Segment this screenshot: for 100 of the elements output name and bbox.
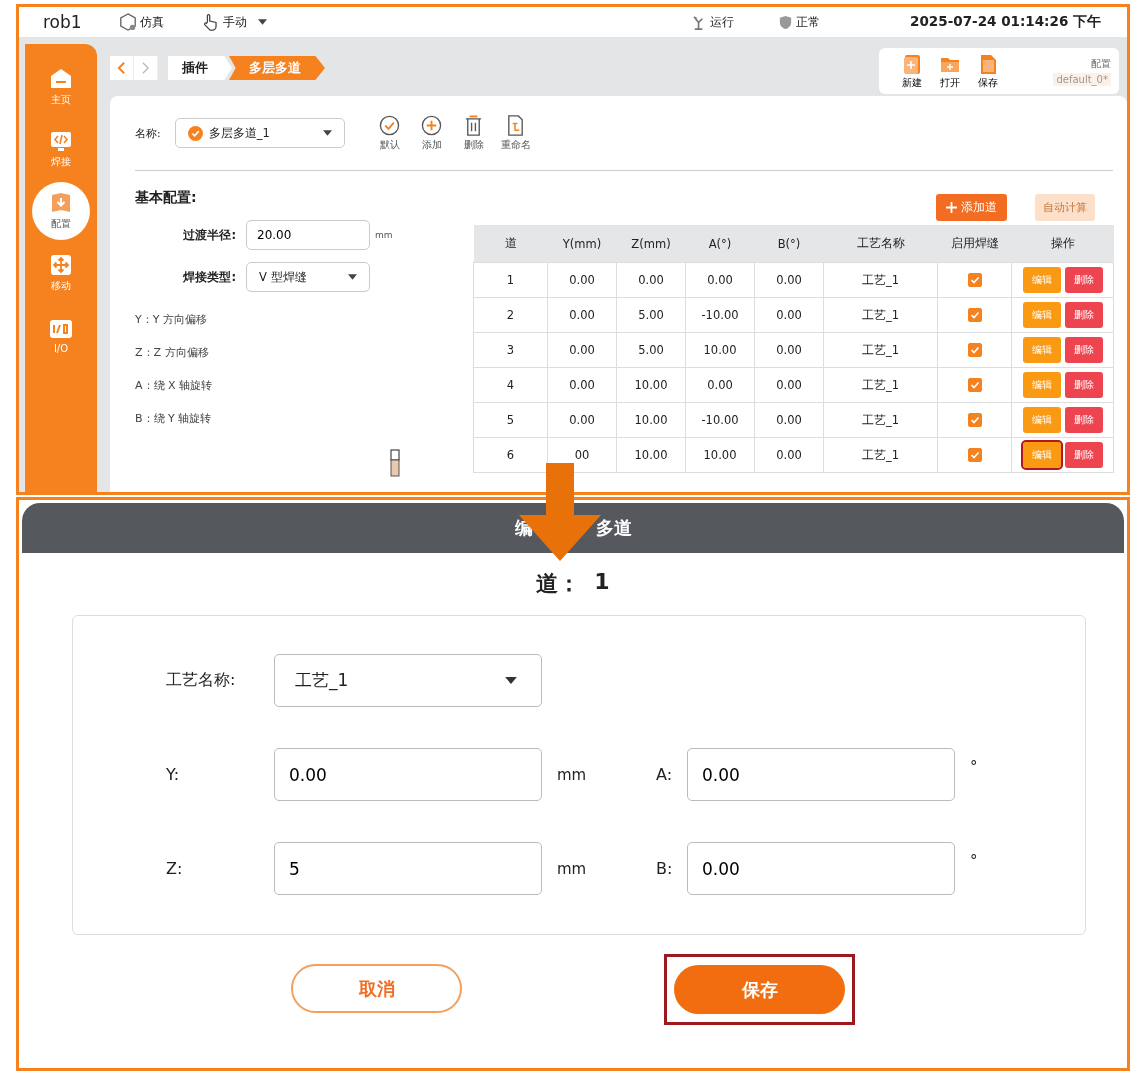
edit-button[interactable]: 编辑 [1022,337,1061,363]
action-button[interactable]: 默认 [370,114,409,152]
back-button[interactable] [110,56,134,80]
value-field[interactable]: 0.00 [687,842,955,895]
weld-type-dropdown[interactable]: V 型焊缝 [246,262,370,292]
delete-button[interactable]: 删除 [1064,337,1103,363]
legend-text: Z：Z 方向偏移 [135,345,210,360]
field-label: Z: [166,859,184,878]
hand-icon [202,13,220,31]
table-cell: 1 [473,262,548,298]
breadcrumb-item[interactable]: 插件 [168,56,232,80]
sidebar-item[interactable]: 配置 [32,182,90,240]
chevron-right-icon [141,61,150,75]
value-field[interactable]: 0.00 [274,748,542,801]
table-cell: 0.00 [754,367,824,403]
delete-button[interactable]: 删除 [1064,442,1103,468]
checkbox[interactable] [967,343,982,358]
edit-button[interactable]: 编辑 [1022,267,1061,293]
date-time: 2025-07-24 01:14:26 下午 [910,13,1101,31]
table-cell: 工艺_1 [823,402,938,438]
checkbox[interactable] [967,413,982,428]
add-pass-button[interactable]: 添加道 [936,194,1007,221]
table-cell: -10.00 [685,297,755,333]
run-status: 运行 [710,13,735,31]
home-icon [49,67,73,91]
safety-status: 正常 [796,13,821,31]
cancel-button[interactable]: 取消 [291,964,462,1013]
field-label: 工艺名称: [166,670,237,691]
unit-label: mm [556,765,588,784]
table-cell: 10.00 [616,367,686,403]
unit-label: ° [969,852,979,870]
column-header: 道 [473,225,548,263]
unit-label: ° [969,758,979,776]
caret-icon [505,677,517,684]
table-cell: 0.00 [547,262,617,298]
caret-icon [348,274,357,280]
value-field[interactable]: 5 [274,842,542,895]
table-cell: 0.00 [547,332,617,368]
name-label: 名称: [135,125,161,141]
action-button[interactable]: 添加 [412,114,451,152]
column-header: A(°) [685,225,755,263]
control-mode-dropdown[interactable]: 手动 [223,13,247,31]
mode-label[interactable]: 仿真 [140,13,164,31]
table-cell: 5.00 [616,332,686,368]
table-cell: 5 [473,402,548,438]
toolbar-button[interactable]: 保存 [969,52,1008,90]
sidebar-item[interactable]: 焊接 [32,120,90,178]
table-cell: 0.00 [547,367,617,403]
table-cell: 0.00 [616,262,686,298]
pass-number: 1 [594,569,610,596]
table-cell: 10.00 [616,402,686,438]
column-header: 启用焊缝 [937,225,1012,263]
value-field[interactable]: 0.00 [687,748,955,801]
delete-button[interactable]: 删除 [1064,267,1103,293]
legend-text: B：绕 Y 轴旋转 [135,411,213,426]
sidebar-item[interactable]: I/O [32,306,90,364]
caret-icon [322,130,332,136]
toolbar-button[interactable]: 新建 [893,52,932,90]
name-dropdown[interactable]: 多层多道_1 [174,118,345,148]
move-icon [49,253,73,277]
table-cell: 0.00 [685,367,755,403]
shield-icon [778,14,794,30]
field-label: A: [656,765,674,784]
table-cell: 0.00 [754,437,824,473]
delete-button[interactable]: 删除 [1064,302,1103,328]
unit-label: mm [375,230,393,240]
field-label: Y: [166,765,181,784]
delete-button[interactable]: 删除 [1064,372,1103,398]
table-cell: 10.00 [616,437,686,473]
action-button[interactable]: 删除 [454,114,493,152]
column-header: 操作 [1011,225,1114,263]
transition-radius-field[interactable]: 20.00 [246,220,370,250]
sidebar-item[interactable]: 主页 [32,58,90,116]
edit-button[interactable]: 编辑 [1022,442,1061,468]
edit-button[interactable]: 编辑 [1022,407,1061,433]
checkbox[interactable] [967,273,982,288]
section-title: 基本配置: [135,189,198,207]
table-cell: 工艺_1 [823,262,938,298]
checkbox[interactable] [967,308,982,323]
action-button[interactable]: 重命名 [496,114,535,152]
table-cell: 工艺_1 [823,332,938,368]
checkbox[interactable] [967,448,982,463]
breadcrumb-item[interactable]: 多层多道 [229,56,325,80]
edit-button[interactable]: 编辑 [1022,372,1061,398]
table-cell: 0.00 [547,402,617,438]
column-header: 工艺名称 [823,225,938,263]
check-circle-icon [187,125,203,141]
checkbox[interactable] [967,378,982,393]
edit-button[interactable]: 编辑 [1022,302,1061,328]
toolbar-button[interactable]: 打开 [931,52,970,90]
sidebar-item[interactable]: 移动 [32,244,90,302]
chevron-left-icon [117,61,126,75]
table-cell: 工艺_1 [823,437,938,473]
column-header: B(°) [754,225,824,263]
delete-button[interactable]: 删除 [1064,407,1103,433]
process-dropdown[interactable]: 工艺_1 [274,654,542,707]
code-icon [49,129,73,153]
config-label: 配置 [1091,56,1111,71]
plus-icon [946,202,957,213]
save-button[interactable]: 保存 [674,965,845,1014]
